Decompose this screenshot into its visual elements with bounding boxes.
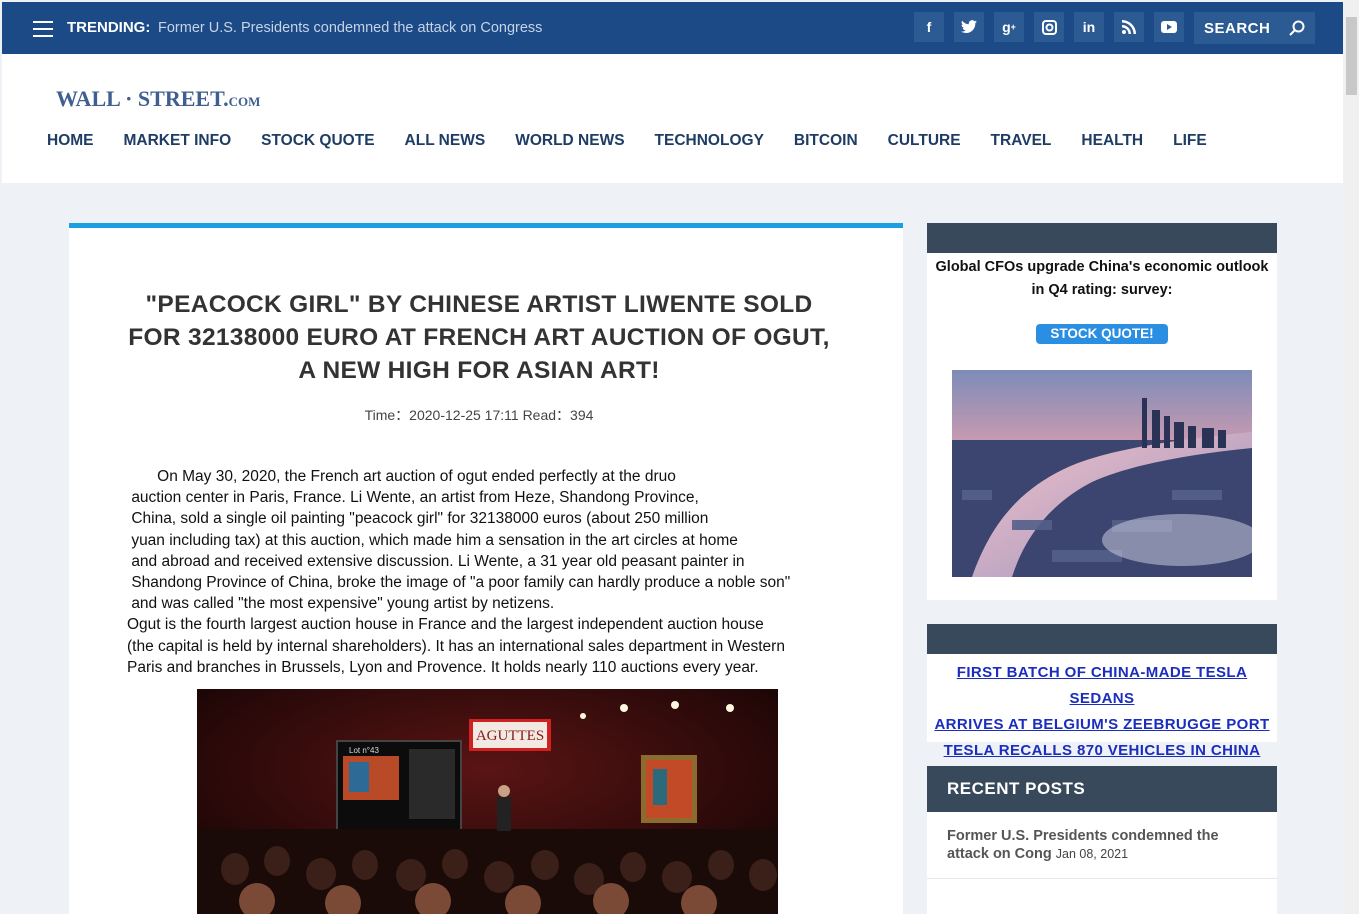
news-link[interactable]: FIRST BATCH OF CHINA-MADE TESLA SEDANS <box>927 660 1277 712</box>
body-line: On May 30, 2020, the French art auction … <box>127 468 676 485</box>
nav-item-culture[interactable]: CULTURE <box>888 132 961 150</box>
body-line: (the capital is held by internal shareho… <box>127 637 785 655</box>
nav-item-all-news[interactable]: ALL NEWS <box>405 132 486 150</box>
trending-headline-link[interactable]: Former U.S. Presidents condemned the att… <box>158 20 542 36</box>
widget-header <box>927 223 1277 253</box>
nav-item-home[interactable]: HOME <box>47 132 94 150</box>
body-line: China, sold a single oil painting "peaco… <box>127 510 709 528</box>
nav-item-stock-quote[interactable]: STOCK QUOTE <box>261 132 374 150</box>
divider <box>927 878 1277 879</box>
article-title-line: A NEW HIGH FOR ASIAN ART! <box>298 357 660 384</box>
news-link[interactable]: ARRIVES AT BELGIUM'S ZEEBRUGGE PORT <box>927 712 1277 738</box>
stock-quote-button[interactable]: STOCK QUOTE! <box>1036 324 1168 344</box>
search-label[interactable]: SEARCH <box>1204 20 1270 37</box>
article-meta: Time：2020-12-25 17:11 Read：394 <box>364 407 594 423</box>
body-line: auction center in Paris, France. Li Went… <box>127 489 699 507</box>
recent-post-date: Jan 08, 2021 <box>1055 847 1129 861</box>
body-line: Paris and branches in Brussels, Lyon and… <box>127 658 759 676</box>
body-line: and was called "the most expensive" youn… <box>127 595 555 613</box>
sidebar-widget-stock: Global CFOs upgrade China's economic out… <box>927 223 1277 600</box>
google-plus-icon[interactable]: g + <box>994 12 1024 42</box>
auction-photo: AGUTTES Lot n°43 <box>197 689 778 914</box>
main-nav: HOME MARKET INFO STOCK QUOTE ALL NEWS WO… <box>47 132 1237 150</box>
search-box[interactable]: SEARCH <box>1194 12 1315 44</box>
body-line: Ogut is the fourth largest auction house… <box>127 616 764 634</box>
nav-item-world-news[interactable]: WORLD NEWS <box>515 132 624 150</box>
facebook-icon[interactable]: f <box>914 12 944 42</box>
nav-item-travel[interactable]: TRAVEL <box>991 132 1052 150</box>
news-links: FIRST BATCH OF CHINA-MADE TESLA SEDANS A… <box>927 660 1277 764</box>
search-icon[interactable] <box>1289 20 1305 36</box>
widget-headline[interactable]: Global CFOs upgrade China's economic out… <box>927 256 1277 302</box>
youtube-icon[interactable] <box>1154 12 1184 42</box>
nav-item-health[interactable]: HEALTH <box>1081 132 1143 150</box>
scrollbar-thumb[interactable] <box>1346 17 1357 95</box>
body-line: and abroad and received extensive discus… <box>127 552 745 570</box>
body-line: Shandong Province of China, broke the im… <box>127 574 791 592</box>
news-link[interactable]: TESLA RECALLS 870 VEHICLES IN CHINA <box>927 738 1277 764</box>
trending-label: TRENDING: <box>67 19 151 36</box>
body-line: yuan including tax) at this auction, whi… <box>127 531 738 549</box>
page-scrollbar[interactable] <box>1344 0 1359 914</box>
article-title-line: FOR 32138000 EURO AT FRENCH ART AUCTION … <box>128 324 830 351</box>
article-card: "PEACOCK GIRL" BY CHINESE ARTIST LIWENTE… <box>69 223 903 914</box>
nav-item-life[interactable]: LIFE <box>1173 132 1207 150</box>
city-skyline-photo[interactable] <box>952 370 1252 577</box>
recent-posts-title: RECENT POSTS <box>927 766 1277 812</box>
article-body: On May 30, 2020, the French art auction … <box>127 466 872 678</box>
site-header: WALL · STREET.COM HOME MARKET INFO STOCK… <box>2 54 1343 183</box>
top-bar: TRENDING: Former U.S. Presidents condemn… <box>2 2 1343 54</box>
site-logo[interactable]: WALL · STREET.COM <box>56 86 260 112</box>
auction-house-sign: AGUTTES <box>476 728 544 744</box>
sidebar-widget-tesla-news: FIRST BATCH OF CHINA-MADE TESLA SEDANS A… <box>927 624 1277 759</box>
nav-item-market-info[interactable]: MARKET INFO <box>124 132 232 150</box>
social-links: f g + in <box>914 12 1184 42</box>
article-title: "PEACOCK GIRL" BY CHINESE ARTIST LIWENTE… <box>69 288 889 387</box>
widget-header <box>927 624 1277 654</box>
linkedin-icon[interactable]: in <box>1074 12 1104 42</box>
logo-suffix: COM <box>228 94 261 109</box>
nav-item-bitcoin[interactable]: BITCOIN <box>794 132 858 150</box>
rss-icon[interactable] <box>1114 12 1144 42</box>
recent-post-item[interactable]: Former U.S. Presidents condemned the att… <box>927 812 1277 863</box>
sidebar-widget-recent-posts: RECENT POSTS Former U.S. Presidents cond… <box>927 766 1277 914</box>
twitter-icon[interactable] <box>954 12 984 42</box>
menu-icon[interactable] <box>33 21 53 37</box>
auction-screen-lot: Lot n°43 <box>349 746 379 755</box>
article-title-line: "PEACOCK GIRL" BY CHINESE ARTIST LIWENTE… <box>145 291 813 318</box>
nav-item-technology[interactable]: TECHNOLOGY <box>655 132 764 150</box>
instagram-icon[interactable] <box>1034 12 1064 42</box>
logo-text: WALL · STREET. <box>56 86 229 111</box>
